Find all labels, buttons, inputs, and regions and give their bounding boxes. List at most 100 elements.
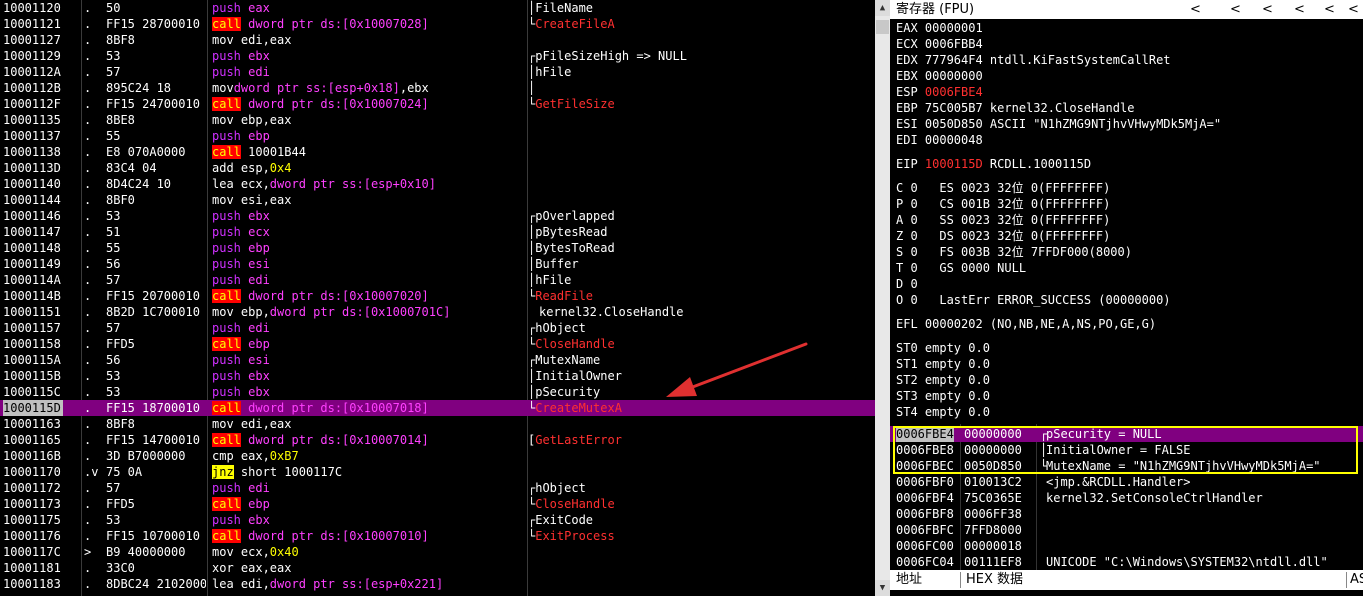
disasm-row[interactable]: 1000114B. FF15 20700010 call dword ptr ds:… <box>0 288 875 304</box>
register-line[interactable]: P 0 CS 001B 32位 0(FFFFFFFF) <box>896 196 1110 212</box>
scroll-up-button[interactable]: ▲ <box>875 0 890 16</box>
reg-nav-arrow-icon[interactable]: < <box>1348 0 1359 19</box>
stack-pane[interactable]: 0006FBE4 00000000 ┌ pSecurity = NULL 0006FBE… <box>890 424 1363 570</box>
register-line[interactable]: ST1 empty 0.0 <box>896 356 990 372</box>
reg-nav-arrow-icon[interactable]: < <box>1230 0 1241 19</box>
register-line[interactable]: ESP 0006FBE4 <box>896 84 983 100</box>
disasm-row[interactable]: 10001157. 57 push edi ┌hObject <box>0 320 875 336</box>
register-line[interactable]: EBX 00000000 <box>896 68 983 84</box>
disasm-row[interactable]: 10001181. 33C0 xor eax,eax <box>0 560 875 576</box>
disasm-row[interactable]: 10001158. FFD5 call ebp └CloseHandle <box>0 336 875 352</box>
comment-cell: ┌hObject <box>528 320 873 336</box>
register-line[interactable]: ST0 empty 0.0 <box>896 340 990 356</box>
operand: dword ptr ss:[esp+0x221] <box>269 577 444 591</box>
register-line[interactable]: O 0 LastErr ERROR_SUCCESS (00000000) <box>896 292 1171 308</box>
reg-nav-arrow-icon[interactable]: < <box>1324 0 1335 19</box>
register-line[interactable]: ECX 0006FBB4 <box>896 36 983 52</box>
stack-address: 0006FBFC <box>896 523 954 537</box>
disasm-row[interactable]: 1000112A. 57 push edi │hFile <box>0 64 875 80</box>
disasm-row[interactable]: 1000117C > B9 40000000 mov ecx,0x40 <box>0 544 875 560</box>
register-value-changed: 1000115D <box>924 157 983 171</box>
register-line[interactable]: EFL 00000202 (NO,NB,NE,A,NS,PO,GE,G) <box>896 316 1156 332</box>
disasm-row[interactable]: 10001146. 53 push ebx ┌pOverlapped <box>0 208 875 224</box>
dump-col-address[interactable]: 地址 <box>896 570 922 590</box>
disasm-row[interactable]: 1000114A. 57 push edi │hFile <box>0 272 875 288</box>
comment-cell <box>528 416 873 432</box>
disasm-row[interactable]: 10001127. 8BF8 mov edi,eax <box>0 32 875 48</box>
disasm-row[interactable]: 1000113D. 83C4 04 add esp,0x4 <box>0 160 875 176</box>
disasm-row[interactable]: 10001120. 50 push eax │FileName <box>0 0 875 16</box>
register-line[interactable]: ST4 empty 0.0 <box>896 404 990 420</box>
instruction-cell: lea edi,dword ptr ss:[esp+0x221] <box>212 576 528 592</box>
register-line[interactable]: D 0 <box>896 276 918 292</box>
scroll-down-button[interactable]: ▼ <box>875 580 890 596</box>
stack-row[interactable]: 0006FBFC 7FFD8000 <box>890 522 1363 538</box>
disasm-row[interactable]: 10001172. 57 push edi ┌hObject <box>0 480 875 496</box>
disasm-row[interactable]: 10001135. 8BE8 mov ebp,eax <box>0 112 875 128</box>
address-cell: 10001127 <box>3 33 61 47</box>
register-line[interactable]: ST3 empty 0.0 <box>896 388 990 404</box>
disasm-row[interactable]: 10001137. 55 push ebp <box>0 128 875 144</box>
register-line[interactable]: EDX 777964F4 ntdll.KiFastSystemCallRet <box>896 52 1171 68</box>
register-line[interactable]: EBP 75C005B7 kernel32.CloseHandle <box>896 100 1134 116</box>
disassembly-pane[interactable]: 10001120. 50 push eax │FileName 10001121. FF1… <box>0 0 875 596</box>
disasm-row[interactable]: 10001149. 56 push esi │Buffer <box>0 256 875 272</box>
disasm-row[interactable]: 10001165. FF15 14700010 call dword ptr ds:… <box>0 432 875 448</box>
register-line[interactable]: A 0 SS 0023 32位 0(FFFFFFFF) <box>896 212 1110 228</box>
disasm-row[interactable]: 1000116B. 3D B7000000 cmp eax,0xB7 <box>0 448 875 464</box>
register-line[interactable]: S 0 FS 003B 32位 7FFDF000(8000) <box>896 244 1132 260</box>
disasm-row[interactable]: 1000115B. 53 push ebx │InitialOwner <box>0 368 875 384</box>
disasm-row[interactable]: 10001173. FFD5 call ebp └CloseHandle <box>0 496 875 512</box>
address-cell: 1000112B <box>3 81 61 95</box>
disassembly-scrollbar[interactable]: ▲ ▼ <box>875 0 890 596</box>
stack-row[interactable]: 0006FBE8 00000000 │ InitialOwner = FALSE <box>890 442 1363 458</box>
registers-pane[interactable]: 寄存器 (FPU) < < < < < < EAX 00000001 ECX 00… <box>890 0 1363 423</box>
disasm-row[interactable]: 10001121. FF15 28700010 call dword ptr ds:… <box>0 16 875 32</box>
disasm-row[interactable]: 10001183. 8DBC24 21020000 lea edi,dword pt… <box>0 576 875 592</box>
register-line[interactable]: T 0 GS 0000 NULL <box>896 260 1026 276</box>
register-line[interactable]: ESI 0050D850 ASCII "N1hZMG9NTjhvVHwyMDk5… <box>896 116 1221 132</box>
disasm-row[interactable]: 10001129. 53 push ebx ┌pFileSizeHigh => NUL… <box>0 48 875 64</box>
jump-marker: . <box>84 225 92 239</box>
disasm-row[interactable]: 10001175. 53 push ebx ┌ExitCode <box>0 512 875 528</box>
disasm-row[interactable]: 10001170 .v 75 0A jnz short 1000117C <box>0 464 875 480</box>
disasm-row[interactable]: 1000112F. FF15 24700010 call dword ptr ds:… <box>0 96 875 112</box>
dump-pane[interactable] <box>890 590 1363 596</box>
stack-row[interactable]: 0006FBEC 0050D850 └ MutexName = "N1hZMG9NTj… <box>890 458 1363 474</box>
stack-row[interactable]: 0006FBF0 010013C2 <jmp.&RCDLL.Handler> <box>890 474 1363 490</box>
dump-col-ascii[interactable]: AS <box>1350 570 1363 590</box>
scroll-thumb[interactable] <box>876 20 889 34</box>
register-line[interactable]: EIP 1000115D RCDLL.1000115D <box>896 156 1091 172</box>
disasm-row[interactable]: 10001148. 55 push ebp │BytesToRead <box>0 240 875 256</box>
comment-cell: [GetLastError <box>528 432 873 448</box>
dump-col-hex[interactable]: HEX 数据 <box>966 570 1023 590</box>
address-cell: 10001140 <box>3 177 61 191</box>
reg-nav-arrow-icon[interactable]: < <box>1262 0 1273 19</box>
stack-row[interactable]: 0006FBF8 0006FF38 <box>890 506 1363 522</box>
stack-row[interactable]: 0006FBE4 00000000 ┌ pSecurity = NULL <box>890 426 1363 442</box>
operand: 10001B44 <box>248 145 306 159</box>
register-line[interactable]: EDI 00000048 <box>896 132 983 148</box>
disasm-row[interactable]: 10001147. 51 push ecx │pBytesRead <box>0 224 875 240</box>
register-line[interactable]: C 0 ES 0023 32位 0(FFFFFFFF) <box>896 180 1110 196</box>
disasm-row[interactable]: 1000115D. FF15 18700010 call dword ptr ds:… <box>0 400 875 416</box>
disasm-row[interactable]: 1000115C. 53 push ebx │pSecurity <box>0 384 875 400</box>
stack-row[interactable]: 0006FC04 00111EF8 UNICODE "C:\Windows\SYST… <box>890 554 1363 570</box>
register-line[interactable]: EAX 00000001 <box>896 20 983 36</box>
reg-nav-arrow-icon[interactable]: < <box>1190 0 1201 19</box>
disasm-row[interactable]: 10001144. 8BF0 mov esi,eax <box>0 192 875 208</box>
comment-cell <box>528 160 873 176</box>
disasm-row[interactable]: 10001140. 8D4C24 10 lea ecx,dword ptr ss:[… <box>0 176 875 192</box>
disasm-row[interactable]: 10001138. E8 070A0000 call 10001B44 <box>0 144 875 160</box>
disasm-row[interactable]: 10001151. 8B2D 1C700010 mov ebp,dword ptr … <box>0 304 875 320</box>
stack-row[interactable]: 0006FBF4 75C0365E kernel32.SetConsoleCtrlH… <box>890 490 1363 506</box>
disasm-row[interactable]: 10001176. FF15 10700010 call dword ptr ds:… <box>0 528 875 544</box>
mnemonic: call <box>212 17 241 31</box>
register-line[interactable]: Z 0 DS 0023 32位 0(FFFFFFFF) <box>896 228 1110 244</box>
reg-nav-arrow-icon[interactable]: < <box>1294 0 1305 19</box>
disasm-row[interactable]: 10001163. 8BF8 mov edi,eax <box>0 416 875 432</box>
disasm-row[interactable]: 1000112B. 895C24 18 movdword ptr ss:[esp+0… <box>0 80 875 96</box>
register-line[interactable]: ST2 empty 0.0 <box>896 372 990 388</box>
disasm-row[interactable]: 1000115A. 56 push esi ┌MutexName <box>0 352 875 368</box>
stack-row[interactable]: 0006FC00 00000018 <box>890 538 1363 554</box>
